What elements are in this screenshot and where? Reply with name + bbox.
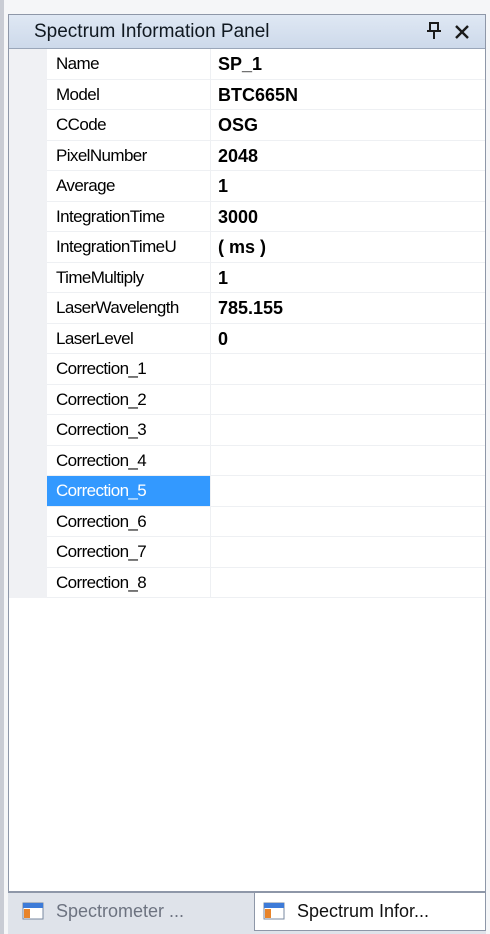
property-row[interactable]: Correction_1 [9, 354, 485, 385]
spectrum-information-panel: Spectrum Information Panel Name SP_1 Mode… [8, 14, 486, 892]
row-margin [9, 537, 47, 568]
row-margin [9, 323, 47, 354]
property-name: Correction_4 [47, 446, 210, 476]
pin-icon[interactable] [423, 20, 445, 42]
property-value[interactable] [210, 384, 485, 415]
property-value[interactable] [210, 354, 485, 385]
tab-spectrum-information[interactable]: Spectrum Infor... [254, 893, 486, 931]
property-name: CCode [47, 110, 210, 141]
window-icon [263, 902, 285, 920]
property-value[interactable]: 2048 [210, 140, 485, 171]
property-row[interactable]: IntegrationTimeU( ms ) [9, 232, 485, 263]
property-name: Average [47, 171, 210, 202]
property-name: Name [47, 49, 210, 80]
property-name: Correction_1 [47, 354, 210, 385]
row-margin [9, 506, 47, 537]
tab-label: Spectrometer ... [56, 901, 185, 921]
property-row[interactable]: Correction_2 [9, 384, 485, 415]
property-row[interactable]: Correction_8 [9, 567, 485, 598]
property-name: LaserLevel [47, 324, 210, 354]
property-value[interactable] [210, 567, 485, 598]
row-margin [9, 232, 47, 263]
row-margin [9, 476, 47, 507]
property-row[interactable]: CCode OSG [9, 110, 485, 141]
property-row[interactable]: Correction_4 [9, 445, 485, 476]
property-name: Correction_6 [47, 507, 210, 537]
app-frame: Spectrum Information Panel Name SP_1 Mode… [0, 0, 490, 934]
close-icon[interactable] [451, 21, 473, 43]
property-name: TimeMultiply [47, 263, 210, 293]
property-value[interactable] [210, 537, 485, 568]
property-value[interactable]: 0 [210, 323, 485, 354]
property-name: Correction_5 [47, 476, 210, 507]
property-row[interactable]: Correction_5 [9, 476, 485, 507]
tab-spectrometer[interactable]: Spectrometer ... [14, 893, 254, 931]
row-margin [9, 49, 47, 80]
property-value[interactable] [210, 445, 485, 476]
property-row[interactable]: IntegrationTime 3000 [9, 201, 485, 232]
row-margin [9, 201, 47, 232]
property-value[interactable]: OSG [210, 110, 485, 141]
row-margin [9, 79, 47, 110]
property-row[interactable]: Correction_3 [9, 415, 485, 446]
dock-edge [0, 0, 4, 934]
window-icon [22, 902, 44, 920]
property-row[interactable]: Average 1 [9, 171, 485, 202]
panel-titlebar[interactable]: Spectrum Information Panel [9, 15, 485, 49]
row-margin [9, 415, 47, 446]
row-margin [9, 110, 47, 141]
property-value[interactable]: BTC665N [210, 79, 485, 110]
panel-title: Spectrum Information Panel [34, 21, 270, 42]
property-value[interactable]: 1 [210, 171, 485, 202]
property-name: IntegrationTimeU [47, 232, 210, 263]
property-value[interactable] [210, 476, 485, 507]
row-margin [9, 293, 47, 324]
property-value[interactable] [210, 506, 485, 537]
property-name: Correction_8 [47, 568, 210, 598]
property-value[interactable] [210, 415, 485, 446]
property-value[interactable]: ( ms ) [210, 232, 485, 263]
property-value[interactable]: 1 [210, 262, 485, 293]
row-margin [9, 384, 47, 415]
row-margin [9, 354, 47, 385]
row-margin [9, 171, 47, 202]
property-name: Correction_2 [47, 385, 210, 415]
property-value[interactable]: 3000 [210, 201, 485, 232]
property-row[interactable]: TimeMultiply 1 [9, 262, 485, 293]
row-margin [9, 445, 47, 476]
property-row[interactable]: LaserWavelength 785.155 [9, 293, 485, 324]
property-row[interactable]: LaserLevel 0 [9, 323, 485, 354]
property-grid: Name SP_1 Model BTC665N CCode OSG PixelNumb… [9, 49, 485, 598]
tab-label: Spectrum Infor... [297, 901, 430, 921]
property-row[interactable]: PixelNumber 2048 [9, 140, 485, 171]
row-margin [9, 262, 47, 293]
row-margin [9, 567, 47, 598]
property-row[interactable]: Correction_6 [9, 506, 485, 537]
document-tab-bar: Spectrometer ... Spectrum Infor... [8, 892, 486, 934]
property-name: Correction_7 [47, 537, 210, 568]
row-margin [9, 140, 47, 171]
property-name: LaserWavelength [47, 293, 210, 324]
property-row[interactable]: Model BTC665N [9, 79, 485, 110]
property-value[interactable]: SP_1 [210, 49, 485, 80]
property-row[interactable]: Correction_7 [9, 537, 485, 568]
property-row[interactable]: Name SP_1 [9, 49, 485, 80]
property-value[interactable]: 785.155 [210, 293, 485, 324]
property-name: PixelNumber [47, 141, 210, 171]
property-name: Model [47, 80, 210, 110]
property-name: Correction_3 [47, 415, 210, 446]
property-name: IntegrationTime [47, 202, 210, 232]
